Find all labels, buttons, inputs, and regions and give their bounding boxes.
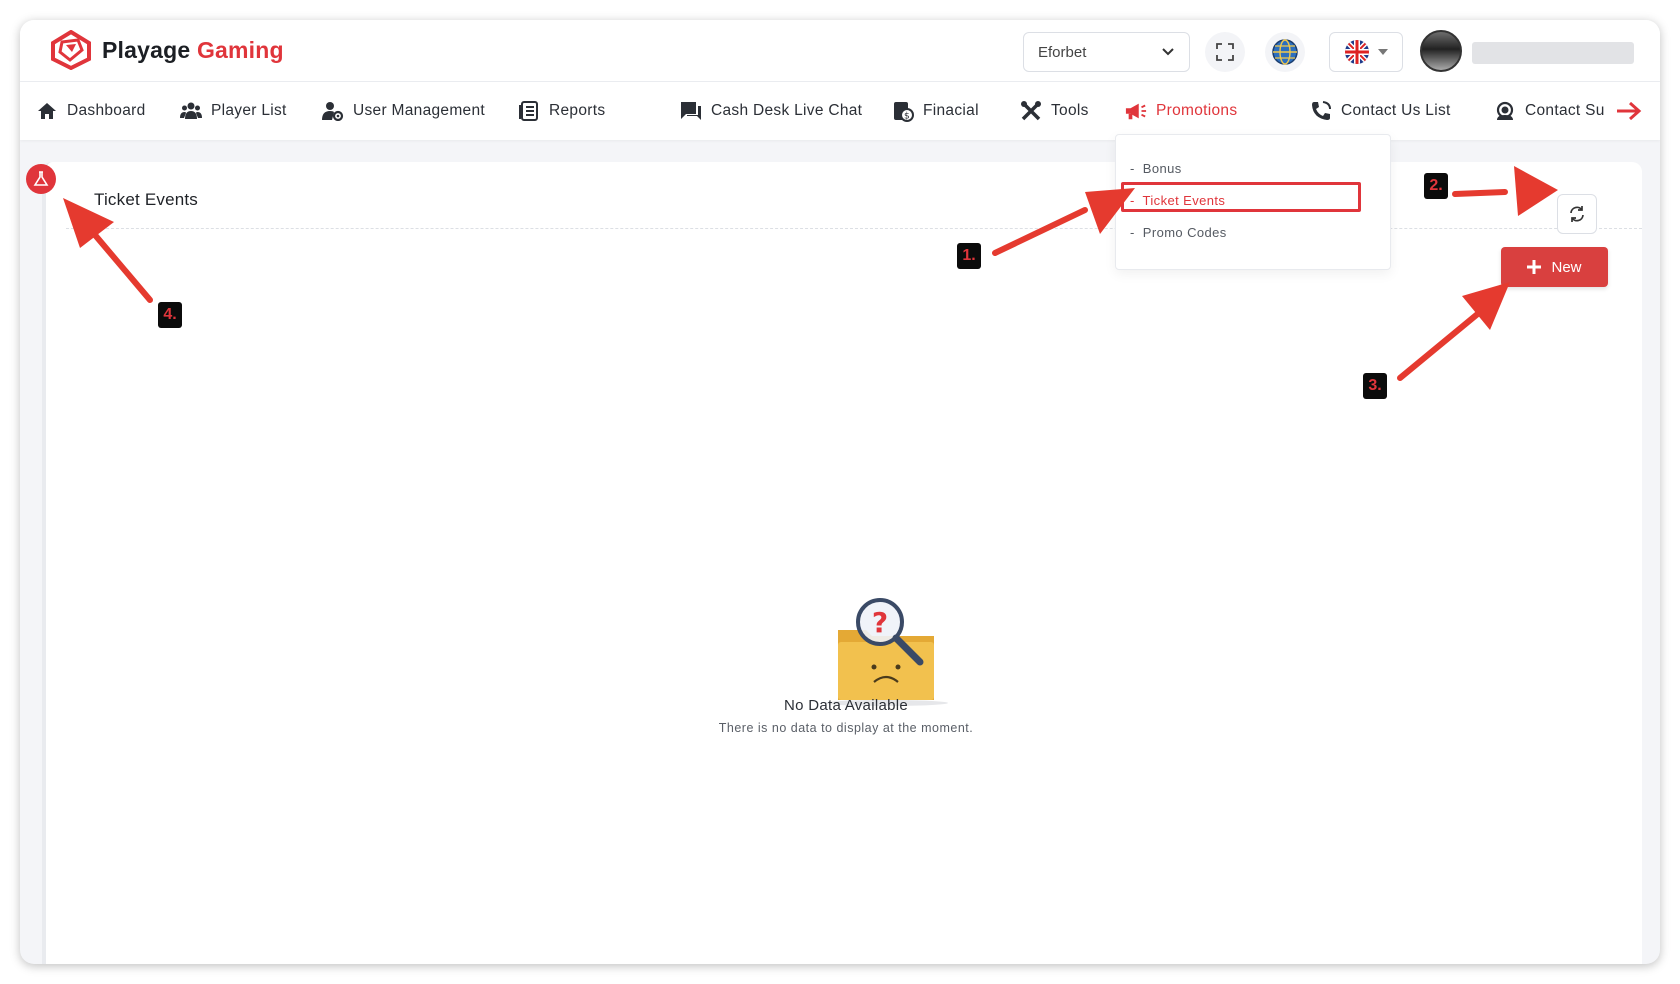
report-icon xyxy=(518,100,540,122)
chat-icon xyxy=(680,100,702,122)
globe-button[interactable] xyxy=(1265,32,1305,72)
megaphone-icon xyxy=(1125,100,1147,122)
chevron-down-icon xyxy=(1162,48,1174,56)
username-redacted xyxy=(1472,42,1634,64)
brand-name-main: Playage xyxy=(102,36,191,63)
avatar[interactable] xyxy=(1420,30,1462,72)
empty-state-subtitle: There is no data to display at the momen… xyxy=(718,721,974,735)
brand-name-accent: Gaming xyxy=(196,36,284,63)
nav-item-finacial[interactable]: $ Finacial xyxy=(892,82,979,140)
nav-item-label: Tools xyxy=(1051,102,1089,119)
arrow-right-icon[interactable] xyxy=(1615,100,1643,122)
language-select[interactable] xyxy=(1329,32,1403,72)
nav-item-tools[interactable]: Tools xyxy=(1020,82,1089,140)
home-icon xyxy=(36,100,58,122)
nav-item-reports[interactable]: Reports xyxy=(518,82,605,140)
empty-state: ? No Data Available There is no data to … xyxy=(46,162,1646,964)
app-window: Playage Gaming Eforbet Dashboard Player … xyxy=(20,20,1660,964)
logo-icon xyxy=(51,30,91,70)
nav-item-player-list[interactable]: Player List xyxy=(180,82,287,140)
annotation-badge-2: 2. xyxy=(1424,173,1448,199)
globe-icon xyxy=(1272,39,1298,65)
nav-item-promotions[interactable]: Promotions xyxy=(1125,82,1237,140)
annotation-badge-4: 4. xyxy=(158,302,182,328)
nav-item-dashboard[interactable]: Dashboard xyxy=(36,82,146,140)
promotions-dropdown: - Bonus - Ticket Events - Promo Codes xyxy=(1115,134,1391,270)
nav-item-label: Promotions xyxy=(1156,102,1238,119)
nav-item-label: Reports xyxy=(549,102,606,119)
annotation-badge-1: 1. xyxy=(957,243,981,269)
support-icon xyxy=(1494,100,1516,122)
side-flask-icon[interactable] xyxy=(26,164,56,194)
empty-state-title: No Data Available xyxy=(783,697,909,714)
dropdown-item-label: Bonus xyxy=(1142,161,1182,176)
nav-item-user-management[interactable]: User Management xyxy=(322,82,485,140)
nav-item-label: Finacial xyxy=(923,102,979,119)
svg-text:$: $ xyxy=(904,112,910,122)
nav-item-label: Contact Su xyxy=(1525,102,1605,119)
main-nav: Dashboard Player List User Management Re… xyxy=(20,82,1660,140)
operator-select-value: Eforbet xyxy=(1038,43,1087,61)
tools-icon xyxy=(1020,100,1042,122)
nav-item-label: User Management xyxy=(353,102,486,119)
content-card: Ticket Events New ? No Data Available Th… xyxy=(42,162,1642,964)
fullscreen-button[interactable] xyxy=(1205,32,1245,72)
uk-flag-icon xyxy=(1345,40,1369,64)
users-icon xyxy=(180,100,202,122)
empty-folder-icon: ? xyxy=(824,598,948,706)
operator-select[interactable]: Eforbet xyxy=(1023,32,1190,72)
svg-text:?: ? xyxy=(872,606,888,639)
nav-item-cash-desk-live-chat[interactable]: Cash Desk Live Chat xyxy=(680,82,862,140)
dropdown-item-label: Promo Codes xyxy=(1142,225,1227,240)
brand-name: Playage Gaming xyxy=(102,37,284,64)
nav-item-contact-us-list[interactable]: Contact Us List xyxy=(1310,82,1451,140)
user-gear-icon xyxy=(322,100,344,122)
nav-item-label: Player List xyxy=(211,102,287,119)
caret-down-icon xyxy=(1378,49,1388,55)
brand-logo[interactable]: Playage Gaming xyxy=(50,30,284,70)
nav-item-contact-support[interactable]: Contact Su xyxy=(1494,82,1605,140)
dropdown-item-promo-codes[interactable]: - Promo Codes xyxy=(1130,225,1227,240)
nav-item-label: Contact Us List xyxy=(1341,102,1451,119)
dropdown-item-bonus[interactable]: - Bonus xyxy=(1130,161,1182,176)
finance-icon: $ xyxy=(892,100,914,122)
annotation-badge-3: 3. xyxy=(1363,373,1387,399)
nav-item-label: Cash Desk Live Chat xyxy=(711,102,863,119)
phone-icon xyxy=(1310,100,1332,122)
ticket-events-highlight-box xyxy=(1121,182,1361,212)
nav-item-label: Dashboard xyxy=(67,102,146,119)
top-header: Playage Gaming Eforbet xyxy=(20,20,1660,82)
fullscreen-icon xyxy=(1216,43,1234,61)
